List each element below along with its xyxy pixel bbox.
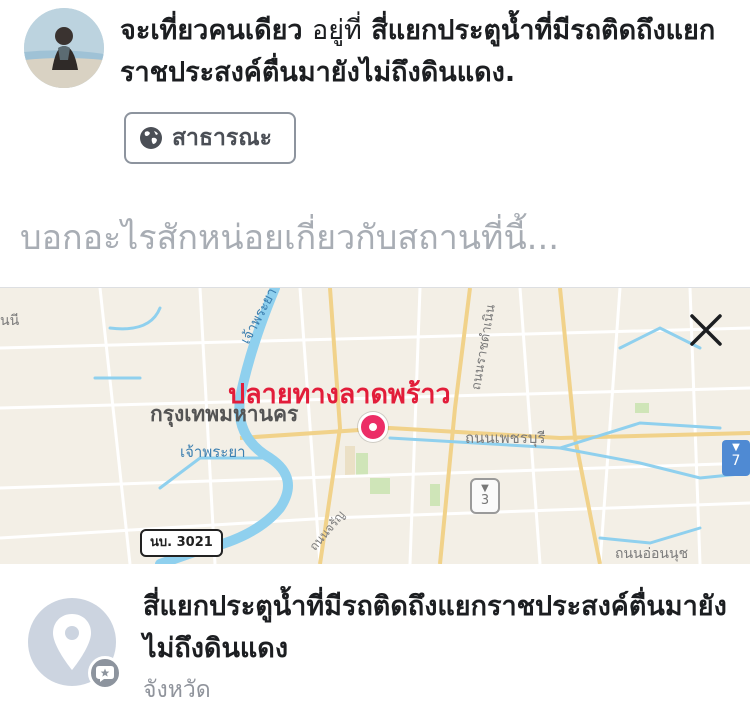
place-info-row[interactable]: สี่แยกประตูน้ำที่มีรถติดถึงแยกราชประสงค์…	[0, 564, 750, 724]
privacy-selector-button[interactable]: สาธารณะ	[124, 112, 296, 164]
place-name: สี่แยกประตูน้ำที่มีรถติดถึงแยกราชประสงค์…	[143, 591, 727, 664]
avatar-photo	[24, 8, 104, 88]
highway-shield-icon: ▼ 3	[470, 478, 500, 514]
avatar[interactable]	[24, 8, 104, 88]
map-label-edge: นนี	[0, 313, 20, 329]
highway-shield-blue-icon: ▼ 7	[722, 440, 750, 476]
map-label-road-1: ถนนเพชรบุรี	[465, 429, 546, 447]
map-label-river-1: เจ้าพระยา	[180, 443, 246, 461]
location-connector: อยู่ที่	[312, 15, 362, 46]
author-status[interactable]: จะเที่ยวคนเดียว	[120, 15, 303, 46]
privacy-label: สาธารณะ	[172, 125, 272, 151]
route-badge: นบ. 3021	[140, 529, 223, 557]
location-pin-icon	[358, 412, 388, 442]
map-preview[interactable]: นนี เจ้าพระยา ถนนราชดำเนิน กรุงเทพมหานคร…	[0, 288, 750, 564]
close-icon	[690, 314, 722, 346]
place-category: จังหวัด	[143, 677, 211, 703]
pin-label: ปลายทางลาดพร้าว	[228, 379, 451, 410]
star-badge-icon	[88, 656, 122, 690]
location-card: นนี เจ้าพระยา ถนนราชดำเนิน กรุงเทพมหานคร…	[0, 287, 750, 724]
globe-icon	[140, 127, 162, 149]
highway-shield-blue-number: 7	[731, 453, 741, 469]
highway-shield-number: 3	[480, 493, 490, 508]
post-header: จะเที่ยวคนเดียว อยู่ที่ สี่แยกประตูน้ำที…	[120, 10, 745, 94]
map-label-road-3: ถนนอ่อนนุช	[615, 546, 689, 562]
place-comment-input[interactable]	[20, 210, 740, 266]
remove-location-button[interactable]	[686, 310, 726, 350]
